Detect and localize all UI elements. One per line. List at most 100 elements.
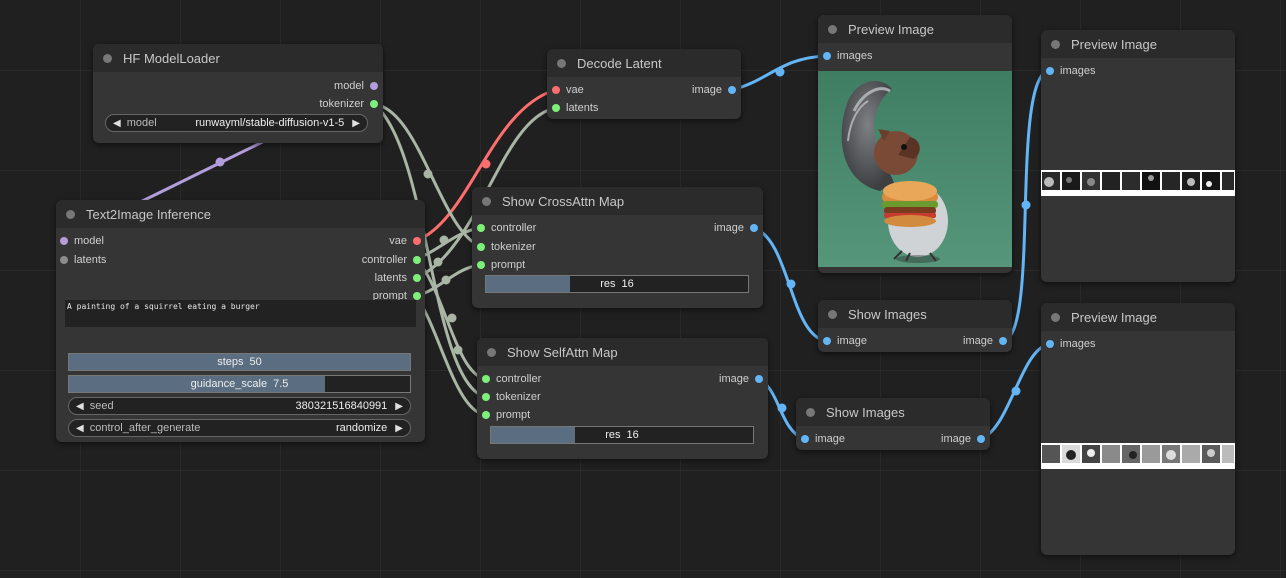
preview-image-node-3[interactable]: Preview Image images xyxy=(1041,303,1235,555)
link-midpoint-dot[interactable] xyxy=(1011,386,1021,396)
output-slot-controller[interactable]: controller xyxy=(362,253,421,267)
input-slot-image[interactable]: image xyxy=(801,432,845,446)
node-title-bar[interactable]: Preview Image xyxy=(1041,30,1235,58)
control-after-generate-combo[interactable]: ◀ control_after_generate randomize ▶ xyxy=(68,419,411,437)
node-title-bar[interactable]: Text2Image Inference xyxy=(56,200,425,228)
link-prompt-crossattn[interactable] xyxy=(414,263,482,298)
link-midpoint-dot[interactable] xyxy=(439,235,449,245)
input-slot-image[interactable]: image xyxy=(823,334,867,348)
input-pin-icon[interactable] xyxy=(801,435,809,443)
node-title-bar[interactable]: Show Images xyxy=(818,300,1012,328)
input-slot-prompt[interactable]: prompt xyxy=(477,258,525,272)
input-slot-images[interactable]: images xyxy=(1046,337,1095,351)
input-pin-icon[interactable] xyxy=(482,375,490,383)
collapse-dot-icon[interactable] xyxy=(828,309,837,319)
input-slot-model[interactable]: model xyxy=(60,234,104,248)
collapse-dot-icon[interactable] xyxy=(1051,39,1060,49)
link-midpoint-dot[interactable] xyxy=(447,313,457,323)
collapse-dot-icon[interactable] xyxy=(1051,312,1060,322)
output-pin-icon[interactable] xyxy=(413,256,421,264)
output-pin-icon[interactable] xyxy=(977,435,985,443)
output-slot-image[interactable]: image xyxy=(692,83,736,97)
link-decode-to-preview[interactable] xyxy=(730,54,828,92)
node-title-bar[interactable]: Show CrossAttn Map xyxy=(472,187,763,215)
link-midpoint-dot[interactable] xyxy=(775,67,785,77)
input-slot-vae[interactable]: vae xyxy=(552,83,584,97)
show-images-node-1[interactable]: Show Images image image xyxy=(818,300,1012,352)
input-slot-controller[interactable]: controller xyxy=(477,221,536,235)
link-midpoint-dot[interactable] xyxy=(215,157,225,167)
output-pin-icon[interactable] xyxy=(370,100,378,108)
input-slot-images[interactable]: images xyxy=(823,49,872,63)
arrow-right-icon[interactable]: ▶ xyxy=(395,423,403,434)
output-pin-icon[interactable] xyxy=(413,274,421,282)
show-images-node-2[interactable]: Show Images image image xyxy=(796,398,990,450)
output-slot-model[interactable]: model xyxy=(334,79,378,93)
input-pin-icon[interactable] xyxy=(552,86,560,94)
input-pin-icon[interactable] xyxy=(552,104,560,112)
collapse-dot-icon[interactable] xyxy=(103,53,112,63)
link-midpoint-dot[interactable] xyxy=(441,275,451,285)
input-pin-icon[interactable] xyxy=(60,237,68,245)
link-midpoint-dot[interactable] xyxy=(481,159,491,169)
collapse-dot-icon[interactable] xyxy=(557,58,566,68)
preview-image-node-2[interactable]: Preview Image images xyxy=(1041,30,1235,282)
arrow-right-icon[interactable]: ▶ xyxy=(395,401,403,412)
link-midpoint-dot[interactable] xyxy=(453,345,463,355)
link-midpoint-dot[interactable] xyxy=(433,257,443,267)
output-pin-icon[interactable] xyxy=(413,237,421,245)
show-crossattn-map-node[interactable]: Show CrossAttn Map controller tokenizer … xyxy=(472,187,763,308)
show-selfattn-map-node[interactable]: Show SelfAttn Map controller tokenizer p… xyxy=(477,338,768,459)
node-title-bar[interactable]: Show SelfAttn Map xyxy=(477,338,768,366)
input-pin-icon[interactable] xyxy=(477,261,485,269)
arrow-left-icon[interactable]: ◀ xyxy=(76,423,84,434)
input-pin-icon[interactable] xyxy=(60,256,68,264)
input-pin-icon[interactable] xyxy=(1046,340,1054,348)
text2image-inference-node[interactable]: Text2Image Inference model latents vae c… xyxy=(56,200,425,442)
link-midpoint-dot[interactable] xyxy=(777,403,787,413)
node-title-bar[interactable]: Preview Image xyxy=(818,15,1012,43)
collapse-dot-icon[interactable] xyxy=(66,209,75,219)
output-pin-icon[interactable] xyxy=(728,86,736,94)
preview-image-node-1[interactable]: Preview Image images xyxy=(818,15,1012,273)
node-title-bar[interactable]: HF ModelLoader xyxy=(93,44,383,72)
input-slot-images[interactable]: images xyxy=(1046,64,1095,78)
input-pin-icon[interactable] xyxy=(477,224,485,232)
arrow-right-icon[interactable]: ▶ xyxy=(352,118,360,129)
output-pin-icon[interactable] xyxy=(750,224,758,232)
output-slot-image[interactable]: image xyxy=(963,334,1007,348)
output-pin-icon[interactable] xyxy=(999,337,1007,345)
arrow-left-icon[interactable]: ◀ xyxy=(76,401,84,412)
output-pin-icon[interactable] xyxy=(413,292,421,300)
res-slider[interactable]: res 16 xyxy=(490,426,754,444)
link-controller-crossattn[interactable] xyxy=(414,226,482,261)
node-title-bar[interactable]: Decode Latent xyxy=(547,49,741,77)
output-slot-latents[interactable]: latents xyxy=(375,271,421,285)
output-pin-icon[interactable] xyxy=(370,82,378,90)
link-crossattn-to-show[interactable] xyxy=(752,226,828,343)
output-slot-tokenizer[interactable]: tokenizer xyxy=(319,97,378,111)
link-show2-to-preview3[interactable] xyxy=(978,342,1051,441)
link-prompt-selfattn[interactable] xyxy=(414,294,487,417)
input-pin-icon[interactable] xyxy=(482,393,490,401)
steps-slider[interactable]: steps 50 xyxy=(68,353,411,371)
output-slot-image[interactable]: image xyxy=(941,432,985,446)
seed-number-widget[interactable]: ◀ seed 380321516840991 ▶ xyxy=(68,397,411,415)
output-slot-image[interactable]: image xyxy=(714,221,758,235)
input-slot-prompt[interactable]: prompt xyxy=(482,408,530,422)
arrow-left-icon[interactable]: ◀ xyxy=(113,118,121,129)
output-slot-vae[interactable]: vae xyxy=(389,234,421,248)
input-slot-tokenizer[interactable]: tokenizer xyxy=(482,390,541,404)
input-pin-icon[interactable] xyxy=(823,337,831,345)
collapse-dot-icon[interactable] xyxy=(487,347,496,357)
input-slot-controller[interactable]: controller xyxy=(482,372,541,386)
hf-model-loader-node[interactable]: HF ModelLoader model tokenizer ◀ model r… xyxy=(93,44,383,143)
prompt-textarea[interactable]: A painting of a squirrel eating a burger xyxy=(65,300,416,327)
input-pin-icon[interactable] xyxy=(1046,67,1054,75)
res-slider[interactable]: res 16 xyxy=(485,275,749,293)
collapse-dot-icon[interactable] xyxy=(828,24,837,34)
input-slot-latents[interactable]: latents xyxy=(552,101,598,115)
decode-latent-node[interactable]: Decode Latent vae latents image xyxy=(547,49,741,119)
input-slot-latents[interactable]: latents xyxy=(60,253,106,267)
input-pin-icon[interactable] xyxy=(482,411,490,419)
